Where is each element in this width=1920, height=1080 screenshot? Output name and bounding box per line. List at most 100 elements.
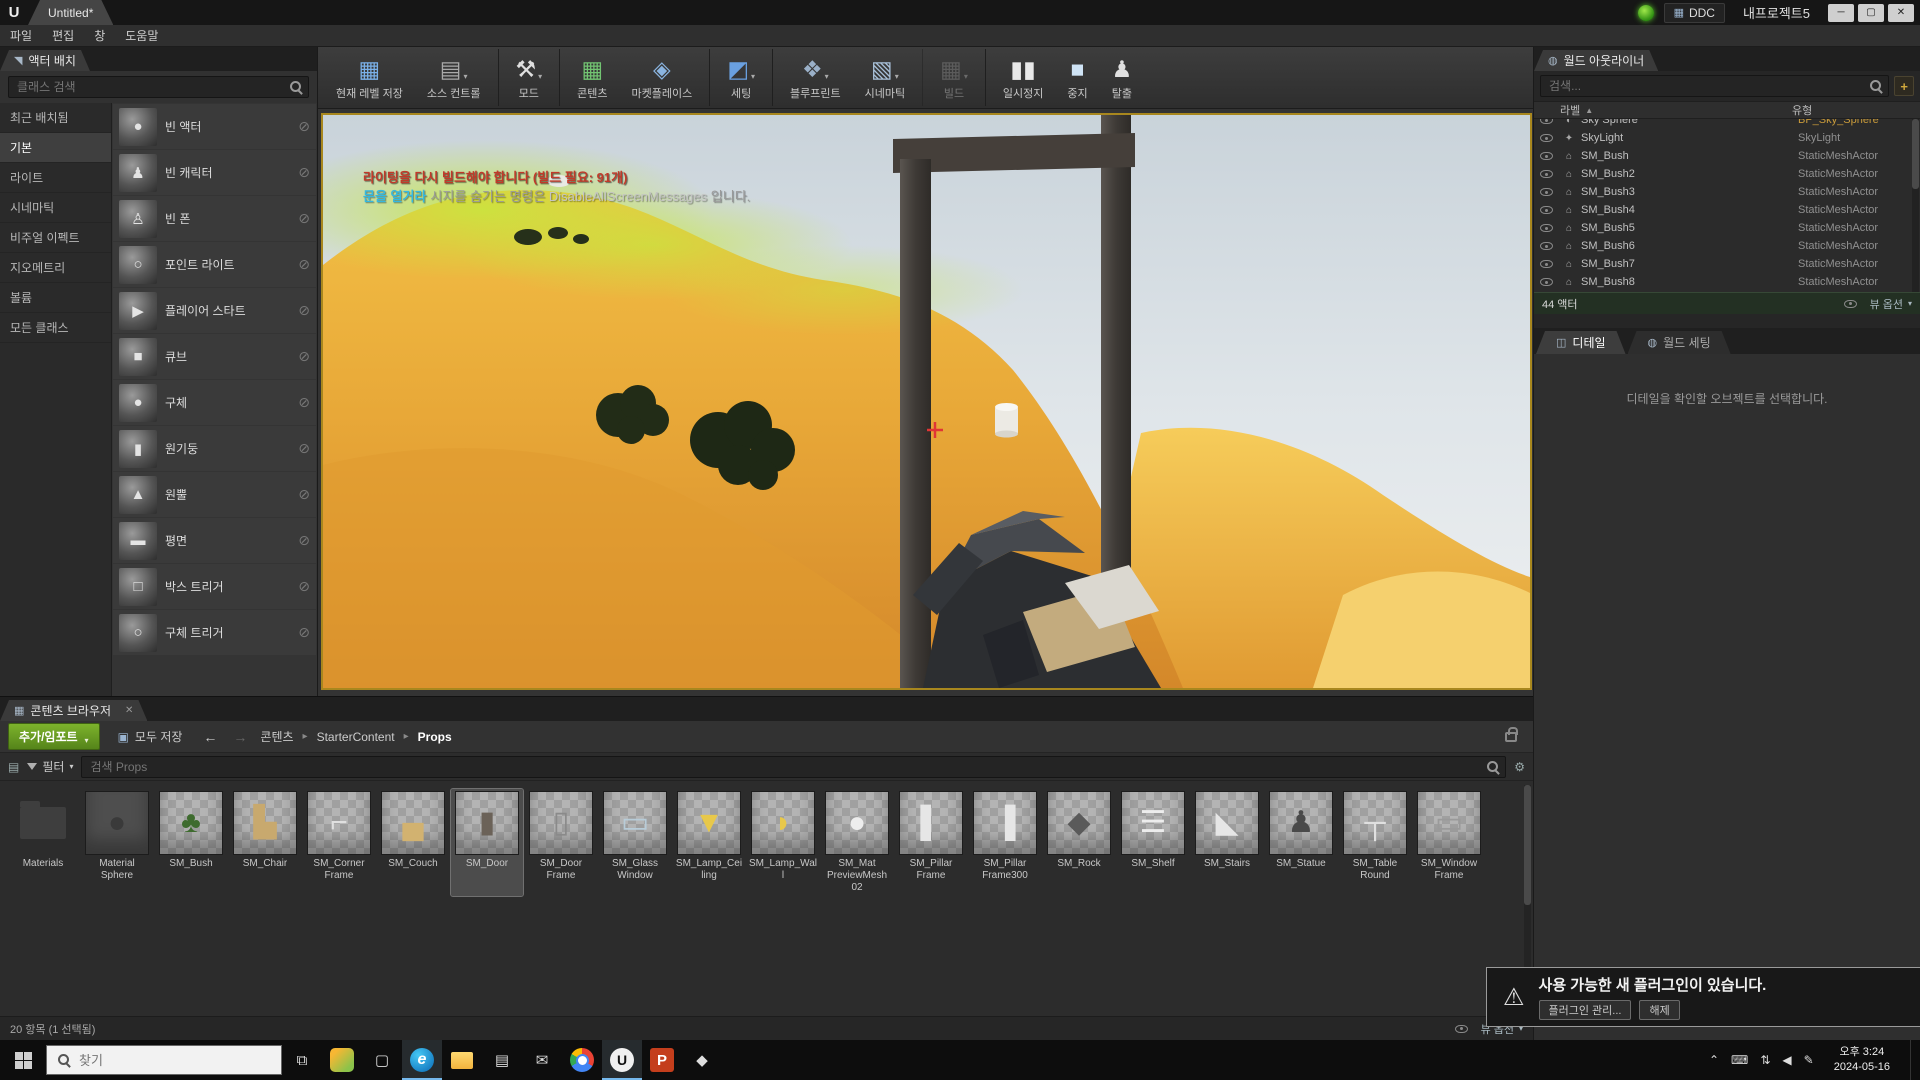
asset-tile[interactable]: ▮ SM_Door <box>451 789 523 896</box>
category-item[interactable]: 지오메트리 <box>0 253 111 283</box>
taskbar-app[interactable]: ▢ <box>362 1040 402 1080</box>
outliner-view-options-button[interactable]: 뷰 옵션 ▾ <box>1844 296 1912 312</box>
asset-tile[interactable]: Materials <box>7 789 79 896</box>
placeable-actor-item[interactable]: ● 빈 액터 ⊘ <box>113 104 316 149</box>
drag-handle-icon[interactable]: ⊘ <box>298 302 310 319</box>
tray-icon[interactable]: ⌨ <box>1731 1053 1748 1067</box>
drag-handle-icon[interactable]: ⊘ <box>298 164 310 181</box>
outliner-row[interactable]: ⌂ SM_Bush2 StaticMeshActor <box>1534 165 1920 183</box>
placeable-actor-item[interactable]: ● 구체 ⊘ <box>113 380 316 425</box>
visibility-eye-icon[interactable] <box>1540 119 1553 124</box>
outliner-row[interactable]: ⌂ SM_Bush8 StaticMeshActor <box>1534 273 1920 291</box>
settings-icon[interactable]: ⚙ <box>1514 760 1525 774</box>
outliner-scrollbar[interactable] <box>1912 119 1919 292</box>
level-tab[interactable]: Untitled* <box>28 0 113 25</box>
toolbar-button[interactable]: ◈ 마켓플레이스 <box>620 49 705 106</box>
save-all-button[interactable]: ▣ 모두 저장 <box>110 725 191 748</box>
maximize-button[interactable]: ▢ <box>1858 4 1884 22</box>
asset-tile[interactable]: ▄ SM_Couch <box>377 789 449 896</box>
add-import-button[interactable]: 추가/임포트▾ <box>8 723 100 750</box>
taskbar-app[interactable]: ✉ <box>522 1040 562 1080</box>
outliner-row[interactable]: ✦ SkyLight SkyLight <box>1534 129 1920 147</box>
toolbar-button[interactable]: ▦ 콘텐츠 <box>559 49 619 106</box>
drag-handle-icon[interactable]: ⊘ <box>298 624 310 641</box>
visibility-eye-icon[interactable] <box>1540 134 1553 142</box>
placeable-actor-item[interactable]: ○ 포인트 라이트 ⊘ <box>113 242 316 287</box>
placeable-actor-item[interactable]: ▬ 평면 ⊘ <box>113 518 316 563</box>
menu-item[interactable]: 편집 <box>42 27 84 44</box>
taskbar-search-input[interactable] <box>79 1053 271 1068</box>
asset-tile[interactable]: ◣ SM_Stairs <box>1191 789 1263 896</box>
placeable-actor-item[interactable]: ■ 큐브 ⊘ <box>113 334 316 379</box>
placeable-actor-item[interactable]: ♟ 빈 캐릭터 ⊘ <box>113 150 316 195</box>
drag-handle-icon[interactable]: ⊘ <box>298 210 310 227</box>
outliner-row[interactable]: ⌂ SM_Bush4 StaticMeshActor <box>1534 201 1920 219</box>
menu-item[interactable]: 파일 <box>0 27 42 44</box>
outliner-row[interactable]: ⌂ SM_Bush3 StaticMeshActor <box>1534 183 1920 201</box>
forward-button[interactable]: → <box>230 729 250 745</box>
toolbar-button[interactable]: ♟ 탈출 <box>1100 49 1145 106</box>
asset-tile[interactable]: ♣ SM_Bush <box>155 789 227 896</box>
category-item[interactable]: 모든 클래스 <box>0 313 111 343</box>
asset-tile[interactable]: ● Material Sphere <box>81 789 153 896</box>
toolbar-button[interactable]: ⚒ ▾ 모드 <box>498 49 555 106</box>
world-outliner-tab[interactable]: ◍ 월드 아웃라이너 <box>1534 50 1658 71</box>
sources-panel-toggle-icon[interactable]: ▤ <box>8 760 19 774</box>
drag-handle-icon[interactable]: ⊘ <box>298 440 310 457</box>
breadcrumb-item[interactable]: 콘텐츠 <box>260 728 293 745</box>
start-button[interactable] <box>0 1040 46 1080</box>
lock-icon[interactable] <box>1505 732 1517 742</box>
asset-tile[interactable]: ● SM_Mat PreviewMesh 02 <box>821 789 893 896</box>
asset-tile[interactable]: ◗ SM_Lamp_Wall <box>747 789 819 896</box>
ddc-button[interactable]: ▦DDC <box>1664 3 1725 23</box>
visibility-eye-icon[interactable] <box>1540 188 1553 196</box>
breadcrumb-item[interactable]: Props <box>395 730 452 744</box>
visibility-eye-icon[interactable] <box>1540 224 1553 232</box>
breadcrumb-item[interactable]: StarterContent <box>294 730 395 744</box>
show-desktop-strip[interactable] <box>1910 1040 1916 1080</box>
visibility-eye-icon[interactable] <box>1540 206 1553 214</box>
menu-item[interactable]: 도움말 <box>115 27 168 44</box>
placeable-actor-item[interactable]: ▮ 원기둥 ⊘ <box>113 426 316 471</box>
outliner-row[interactable]: ⌂ SM_Bush5 StaticMeshActor <box>1534 219 1920 237</box>
dismiss-button[interactable]: 해제 <box>1639 1000 1679 1020</box>
toolbar-button[interactable]: ❖ ▾ 블루프린트 <box>772 49 853 106</box>
taskbar-app[interactable]: U <box>602 1040 642 1080</box>
column-type-header[interactable]: 유형 <box>1792 102 1920 118</box>
column-label-header[interactable]: 라벨▲ <box>1534 102 1792 118</box>
tray-icon[interactable]: ◀ <box>1782 1053 1791 1067</box>
placeable-actor-item[interactable]: ♙ 빈 폰 ⊘ <box>113 196 316 241</box>
category-item[interactable]: 기본 <box>0 133 111 163</box>
details-tab[interactable]: ◍ 월드 세팅 <box>1628 331 1731 354</box>
taskbar-app[interactable]: P <box>642 1040 682 1080</box>
outliner-search-input[interactable] <box>1540 75 1889 97</box>
asset-tile[interactable]: ▭ SM_Window Frame <box>1413 789 1485 896</box>
drag-handle-icon[interactable]: ⊘ <box>298 394 310 411</box>
visibility-eye-icon[interactable] <box>1540 260 1553 268</box>
back-button[interactable]: ← <box>200 729 220 745</box>
toolbar-button[interactable]: ■ 중지 <box>1055 49 1099 106</box>
outliner-row[interactable]: ⌂ SM_Bush StaticMeshActor <box>1534 147 1920 165</box>
asset-tile[interactable]: ▙ SM_Chair <box>229 789 301 896</box>
taskbar-app[interactable]: e <box>402 1040 442 1080</box>
visibility-eye-icon[interactable] <box>1540 278 1553 286</box>
asset-tile[interactable]: ⌐ SM_Corner Frame <box>303 789 375 896</box>
category-item[interactable]: 최근 배치됨 <box>0 103 111 133</box>
tray-icon[interactable]: ⇅ <box>1760 1053 1770 1067</box>
category-item[interactable]: 라이트 <box>0 163 111 193</box>
asset-search-input[interactable] <box>81 756 1506 778</box>
placeable-actor-item[interactable]: ○ 구체 트리거 ⊘ <box>113 610 316 655</box>
taskbar-app[interactable]: ◆ <box>682 1040 722 1080</box>
drag-handle-icon[interactable]: ⊘ <box>298 256 310 273</box>
asset-tile[interactable]: ◆ SM_Rock <box>1043 789 1115 896</box>
placeable-actor-item[interactable]: □ 박스 트리거 ⊘ <box>113 564 316 609</box>
outliner-filter-button[interactable]: + <box>1894 76 1914 96</box>
placeable-actor-item[interactable]: ▶ 플레이어 스타트 ⊘ <box>113 288 316 333</box>
category-item[interactable]: 비주얼 이펙트 <box>0 223 111 253</box>
taskbar-app[interactable]: ▤ <box>482 1040 522 1080</box>
asset-tile[interactable]: ☰ SM_Shelf <box>1117 789 1189 896</box>
taskbar-app[interactable]: ⧉ <box>282 1040 322 1080</box>
filters-button[interactable]: 필터 ▾ <box>27 758 73 775</box>
toolbar-button[interactable]: ▦ ▾ 빌드 <box>922 49 980 106</box>
drag-handle-icon[interactable]: ⊘ <box>298 486 310 503</box>
